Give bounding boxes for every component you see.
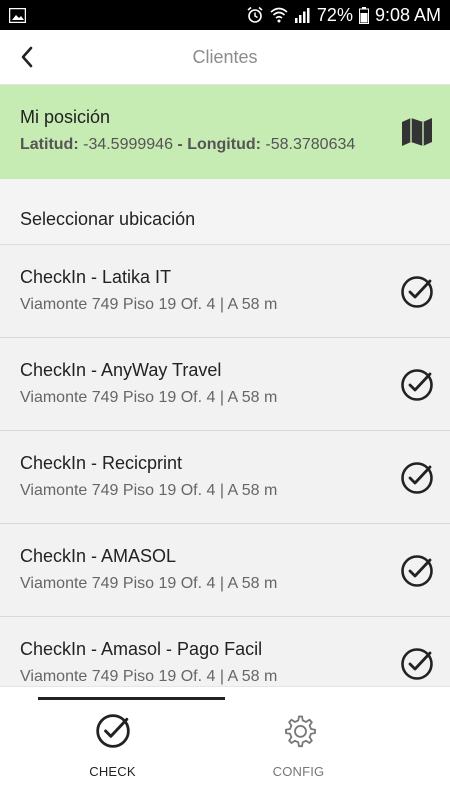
signal-icon [294, 7, 311, 23]
battery-icon [358, 6, 369, 24]
coord-separator: - [177, 136, 183, 153]
section-title: Seleccionar ubicación [20, 209, 196, 229]
location-list: CheckIn - Latika IT Viamonte 749 Piso 19… [0, 245, 450, 710]
location-item[interactable]: CheckIn - AMASOL Viamonte 749 Piso 19 Of… [0, 524, 450, 617]
latitude-value: -34.5999946 [83, 136, 173, 153]
location-address: Viamonte 749 Piso 19 Of. 4 | A 58 m [20, 482, 278, 499]
location-name: CheckIn - AnyWay Travel [20, 360, 222, 380]
check-circle-icon[interactable] [400, 461, 434, 495]
wifi-icon [270, 6, 288, 24]
check-circle-icon[interactable] [400, 554, 434, 588]
clock: 9:08 AM [374, 4, 441, 25]
alarm-icon [246, 6, 264, 24]
back-arrow-icon[interactable] [14, 44, 40, 70]
location-name: CheckIn - Recicprint [20, 453, 183, 473]
longitude-label: Longitud: [187, 136, 261, 153]
location-address: Viamonte 749 Piso 19 Of. 4 | A 58 m [20, 575, 278, 592]
location-address: Viamonte 749 Piso 19 Of. 4 | A 58 m [20, 296, 278, 313]
active-tab-indicator [38, 697, 225, 700]
latitude-label: Latitud: [20, 136, 79, 153]
check-circle-icon[interactable] [400, 275, 434, 309]
location-name: CheckIn - Amasol - Pago Facil [20, 639, 263, 659]
location-address: Viamonte 749 Piso 19 Of. 4 | A 58 m [20, 389, 278, 406]
tab-config-label: CONFIG [272, 764, 325, 779]
tab-config[interactable]: CONFIG [186, 711, 411, 781]
my-position-title: Mi posición [20, 107, 111, 127]
battery-percent: 72% [316, 4, 353, 25]
longitude-value: -58.3780634 [265, 136, 356, 153]
location-name: CheckIn - Latika IT [20, 267, 172, 287]
status-bar: 72% 9:08 AM [0, 0, 450, 30]
my-position-card: Mi posición Latitud: -34.5999946 - Longi… [0, 85, 450, 179]
app-bar: Clientes [0, 30, 450, 85]
map-icon[interactable] [400, 115, 434, 149]
gallery-icon [9, 7, 26, 23]
location-item[interactable]: CheckIn - AnyWay Travel Viamonte 749 Pis… [0, 338, 450, 431]
location-address: Viamonte 749 Piso 19 Of. 4 | A 58 m [20, 668, 278, 685]
coordinates: Latitud: -34.5999946 - Longitud: -58.378… [20, 136, 430, 154]
tab-check-label: CHECK [89, 764, 136, 779]
check-circle-icon[interactable] [400, 368, 434, 402]
status-right: 72% 9:08 AM [246, 5, 441, 26]
location-item[interactable]: CheckIn - Recicprint Viamonte 749 Piso 1… [0, 431, 450, 524]
location-item[interactable]: CheckIn - Latika IT Viamonte 749 Piso 19… [0, 245, 450, 338]
bottom-nav: CHECK CONFIG [0, 686, 450, 800]
gear-icon [282, 711, 316, 751]
check-circle-icon [95, 711, 131, 751]
check-circle-icon[interactable] [400, 647, 434, 681]
location-name: CheckIn - AMASOL [20, 546, 177, 566]
select-location-header: Seleccionar ubicación [0, 179, 450, 245]
page-title: Clientes [192, 46, 258, 67]
